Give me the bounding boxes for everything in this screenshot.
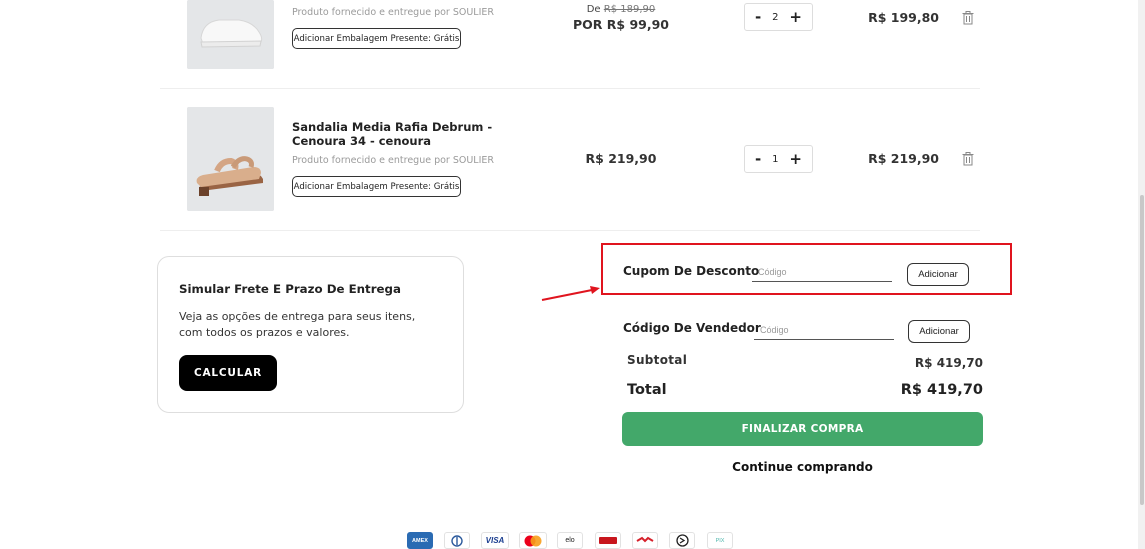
hipercard-icon xyxy=(595,532,621,549)
qty-increase-button[interactable]: + xyxy=(789,151,802,167)
checkout-button[interactable]: FINALIZAR COMPRA xyxy=(622,412,983,446)
shipping-description: Veja as opções de entrega para seus iten… xyxy=(179,310,416,339)
add-gift-wrap-button[interactable]: Adicionar Embalagem Presente: Grátis xyxy=(292,28,461,49)
unit-price: R$ 219,90 xyxy=(585,151,657,166)
qty-value[interactable]: 2 xyxy=(772,12,778,23)
aura-icon xyxy=(632,532,658,549)
product-image-sneaker[interactable] xyxy=(187,0,274,69)
subtotal-value: R$ 419,70 xyxy=(914,356,983,370)
old-price-value: R$ 189,90 xyxy=(603,4,656,15)
qty-value[interactable]: 1 xyxy=(772,154,778,165)
quantity-stepper: - 1 + xyxy=(744,145,813,173)
row-divider xyxy=(160,88,980,89)
annotation-arrow-icon xyxy=(541,286,600,301)
quantity-stepper: - 2 + xyxy=(744,3,813,31)
unit-price: POR R$ 99,90 xyxy=(573,17,669,32)
qty-decrease-button[interactable]: - xyxy=(755,9,761,25)
diners-icon xyxy=(444,532,470,549)
add-gift-wrap-button[interactable]: Adicionar Embalagem Presente: Grátis xyxy=(292,176,461,197)
visa-label: VISA xyxy=(485,536,505,545)
product-image-sandal[interactable] xyxy=(187,107,274,211)
subtotal-label: Subtotal xyxy=(627,353,688,367)
product-seller-text: Produto fornecido e entregue por SOULIER xyxy=(292,7,495,18)
coupon-label: Cupom De Desconto xyxy=(623,264,760,278)
qty-decrease-button[interactable]: - xyxy=(755,151,761,167)
calculate-shipping-button[interactable]: CALCULAR xyxy=(179,355,277,391)
row-divider xyxy=(160,230,980,231)
amex-label: AMEX xyxy=(412,537,428,544)
mastercard-icon xyxy=(519,532,547,549)
scrollbar-thumb[interactable] xyxy=(1140,195,1144,505)
pix-label: PIX xyxy=(715,537,725,544)
qty-increase-button[interactable]: + xyxy=(789,9,802,25)
total-label: Total xyxy=(627,382,667,398)
amex-icon: AMEX xyxy=(407,532,433,549)
trash-icon[interactable] xyxy=(962,151,974,166)
continue-shopping-link[interactable]: Continue comprando xyxy=(622,460,983,474)
old-price: De R$ 189,90 xyxy=(561,4,681,15)
seller-code-input[interactable] xyxy=(754,320,894,340)
visa-icon: VISA xyxy=(481,532,509,549)
shipping-title: Simular Frete E Prazo De Entrega xyxy=(179,282,401,296)
boleto-icon xyxy=(669,532,695,549)
item-total: R$ 219,90 xyxy=(868,151,939,166)
old-price-prefix: De xyxy=(586,4,601,15)
apply-seller-code-button[interactable]: Adicionar xyxy=(908,320,970,343)
product-seller-text: Produto fornecido e entregue por SOULIER xyxy=(292,155,495,166)
apply-coupon-button[interactable]: Adicionar xyxy=(907,263,969,286)
total-value: R$ 419,70 xyxy=(900,382,983,398)
seller-code-label: Código De Vendedor xyxy=(623,321,761,335)
pix-icon: PIX xyxy=(707,532,733,549)
shipping-simulator-card: Simular Frete E Prazo De Entrega Veja as… xyxy=(157,256,464,413)
elo-label: elo xyxy=(565,537,575,544)
item-total: R$ 199,80 xyxy=(868,10,939,25)
coupon-code-input[interactable] xyxy=(752,262,892,282)
product-name[interactable]: Sandalia Media Rafia Debrum - Cenoura 34… xyxy=(292,120,537,148)
elo-icon: elo xyxy=(557,532,583,549)
trash-icon[interactable] xyxy=(962,10,974,25)
